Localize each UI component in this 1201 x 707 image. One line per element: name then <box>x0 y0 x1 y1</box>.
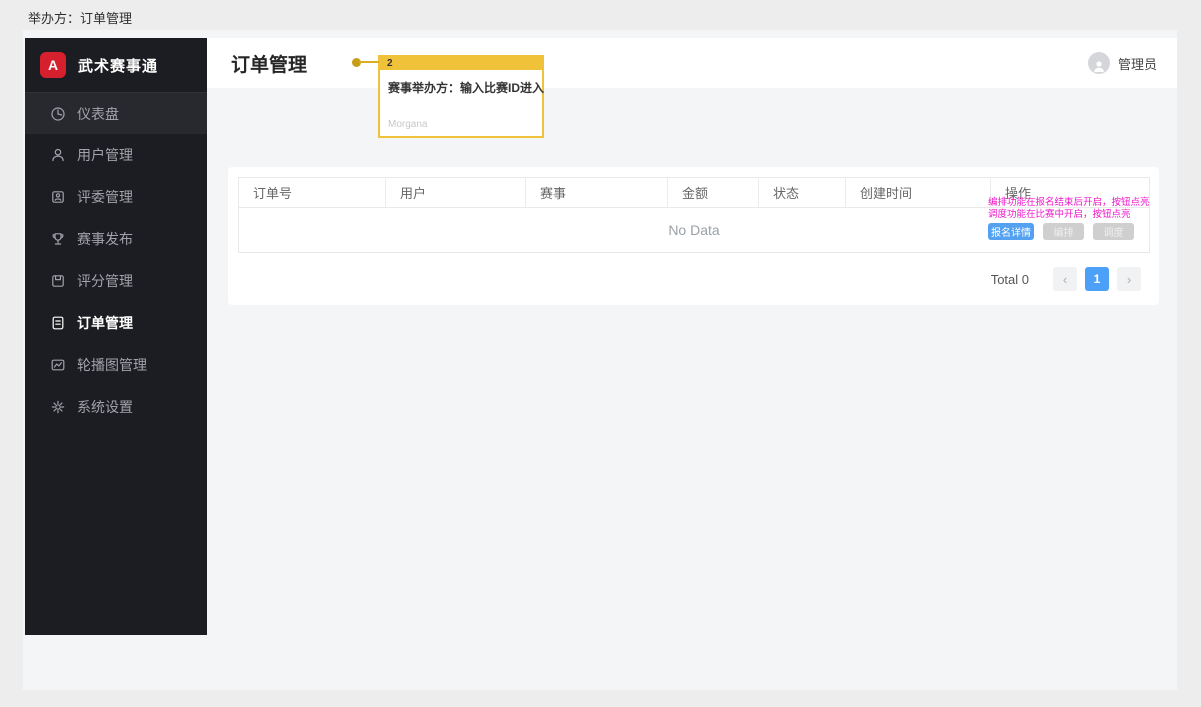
pagination: Total 0 ‹ 1 › <box>991 267 1141 291</box>
sidebar-item-dashboard[interactable]: 仪表盘 <box>25 92 207 134</box>
annotation-watermark: Morgana <box>388 119 428 130</box>
prev-page-button[interactable]: ‹ <box>1053 267 1077 291</box>
sidebar-item-settings[interactable]: 系统设置 <box>25 386 207 428</box>
annotation-tooltip: 2 赛事举办方：输入比赛ID进入 Morgana <box>378 55 544 138</box>
sidebar-item-label: 评分管理 <box>77 273 133 289</box>
settings-icon <box>50 399 66 415</box>
chevron-right-icon: › <box>1126 271 1132 287</box>
sidebar-item-label: 系统设置 <box>77 399 133 415</box>
score-icon <box>50 273 66 289</box>
annotation-tooltip-header: 2 <box>380 57 542 70</box>
app-title: 武术赛事通 <box>78 57 159 75</box>
annotation-text: 赛事举办方：输入比赛ID进入 <box>388 81 545 95</box>
column-amount: 金额 <box>667 177 759 208</box>
registration-detail-button[interactable]: 报名详情 <box>988 223 1034 240</box>
arrange-button[interactable]: 编排 <box>1043 223 1084 240</box>
judge-icon <box>50 189 66 205</box>
sidebar-item-label: 仪表盘 <box>77 105 119 122</box>
actions-annotation: 编排功能在报名结束后开启，按钮点亮 调度功能在比赛中开启，按钮点亮 报名详情 编… <box>988 197 1153 240</box>
sidebar-item-orders[interactable]: 订单管理 <box>25 302 207 344</box>
dashboard-icon <box>50 106 66 122</box>
logo: A 武术赛事通 <box>25 38 207 92</box>
sidebar-item-scoring[interactable]: 评分管理 <box>25 260 207 302</box>
column-user: 用户 <box>385 177 526 208</box>
column-order-no: 订单号 <box>238 177 386 208</box>
order-icon <box>50 315 66 331</box>
sidebar-item-users[interactable]: 用户管理 <box>25 134 207 176</box>
action-buttons: 报名详情 编排 调度 <box>988 223 1153 240</box>
sidebar-item-label: 用户管理 <box>77 147 133 163</box>
column-created-at: 创建时间 <box>845 177 991 208</box>
annotation-number: 2 <box>387 58 393 69</box>
sidebar-item-judges[interactable]: 评委管理 <box>25 176 207 218</box>
chevron-left-icon: ‹ <box>1062 271 1068 287</box>
avatar <box>1087 52 1110 74</box>
column-status: 状态 <box>758 177 846 208</box>
logo-badge: A <box>40 52 66 78</box>
page-1-button[interactable]: 1 <box>1085 267 1109 291</box>
trophy-icon <box>50 231 66 247</box>
page-title: 订单管理 <box>231 54 308 76</box>
sidebar: A 武术赛事通 仪表盘 用户管理 评委管理 赛事发布 评分管理 订单管理 轮播图… <box>25 38 207 635</box>
annotation-note-line1: 编排功能在报名结束后开启，按钮点亮 <box>988 197 1150 208</box>
annotation-note-line2: 调度功能在比赛中开启，按钮点亮 <box>988 208 1131 220</box>
annotation-connector-line <box>359 61 379 63</box>
user-name: 管理员 <box>1117 56 1157 72</box>
sidebar-item-label: 轮播图管理 <box>77 357 147 373</box>
breadcrumb: 举办方：订单管理 <box>28 11 133 26</box>
orders-card: 订单号 用户 赛事 金额 状态 创建时间 操作 No Data 编排功能在报名结… <box>228 167 1159 305</box>
user-icon <box>50 147 66 163</box>
sidebar-menu: 仪表盘 用户管理 评委管理 赛事发布 评分管理 订单管理 轮播图管理 系统设置 <box>25 92 207 428</box>
dispatch-button[interactable]: 调度 <box>1093 223 1134 240</box>
sidebar-item-label: 评委管理 <box>77 189 133 205</box>
sidebar-item-carousel[interactable]: 轮播图管理 <box>25 344 207 386</box>
next-page-button[interactable]: › <box>1117 267 1141 291</box>
pagination-total: Total 0 <box>990 271 1029 287</box>
column-event: 赛事 <box>525 177 668 208</box>
user-menu[interactable]: 管理员 <box>1087 52 1157 74</box>
app-frame: A 武术赛事通 仪表盘 用户管理 评委管理 赛事发布 评分管理 订单管理 轮播图… <box>23 30 1177 690</box>
sidebar-item-events[interactable]: 赛事发布 <box>25 218 207 260</box>
carousel-icon <box>50 357 66 373</box>
sidebar-item-label: 赛事发布 <box>77 231 133 247</box>
sidebar-item-label: 订单管理 <box>77 315 133 331</box>
